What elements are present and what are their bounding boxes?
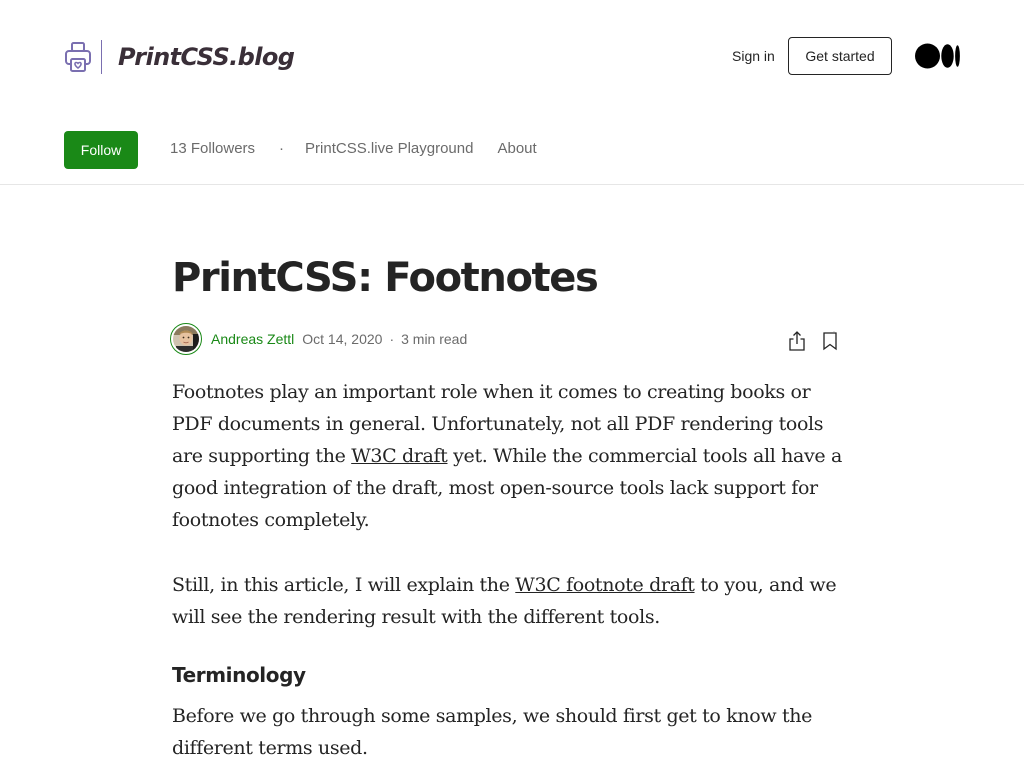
publish-date: Oct 14, 2020: [302, 331, 383, 347]
read-time: 3 min read: [401, 331, 468, 347]
publication-nav: Follow 13 Followers · PrintCSS.live Play…: [0, 112, 1024, 185]
top-header: PrintCSS.blog Sign in Get started: [0, 0, 1024, 112]
bookmark-icon[interactable]: [818, 329, 842, 353]
medium-logo-icon[interactable]: [915, 42, 961, 70]
article-actions: [785, 329, 842, 353]
paragraph-terminology: Before we go through some samples, we sh…: [172, 705, 813, 759]
logo-divider: [101, 40, 102, 74]
paragraph-intro: Footnotes play an important role when it…: [172, 376, 852, 536]
nav-links: 13 Followers · PrintCSS.live Playground …: [170, 140, 537, 157]
get-started-button[interactable]: Get started: [788, 37, 892, 75]
w3c-footnote-draft-link[interactable]: W3C footnote draft: [515, 574, 695, 596]
publication-name: PrintCSS.blog: [118, 43, 295, 71]
share-icon[interactable]: [785, 329, 809, 353]
meta-separator: ·: [389, 331, 395, 347]
followers-link[interactable]: 13 Followers: [170, 140, 255, 157]
article-title: PrintCSS: Footnotes: [172, 255, 599, 301]
section-heading-terminology: Terminology: [172, 663, 306, 687]
about-link[interactable]: About: [497, 140, 536, 157]
w3c-draft-link[interactable]: W3C draft: [351, 445, 448, 467]
playground-link[interactable]: PrintCSS.live Playground: [305, 140, 473, 157]
nav-separator: ·: [279, 140, 285, 157]
printer-heart-icon: [64, 41, 92, 73]
paragraph-text: Still, in this article, I will explain t…: [172, 574, 516, 596]
sign-in-link[interactable]: Sign in: [732, 48, 775, 64]
article-byline: Andreas Zettl Oct 14, 2020 · 3 min read: [170, 321, 842, 357]
author-name-link[interactable]: Andreas Zettl: [211, 331, 294, 347]
article-meta: Oct 14, 2020 · 3 min read: [302, 331, 467, 347]
paragraph-still: Still, in this article, I will explain t…: [172, 569, 852, 633]
author-avatar[interactable]: [170, 323, 202, 355]
publication-logo[interactable]: PrintCSS.blog: [64, 40, 295, 74]
follow-button[interactable]: Follow: [64, 131, 138, 169]
